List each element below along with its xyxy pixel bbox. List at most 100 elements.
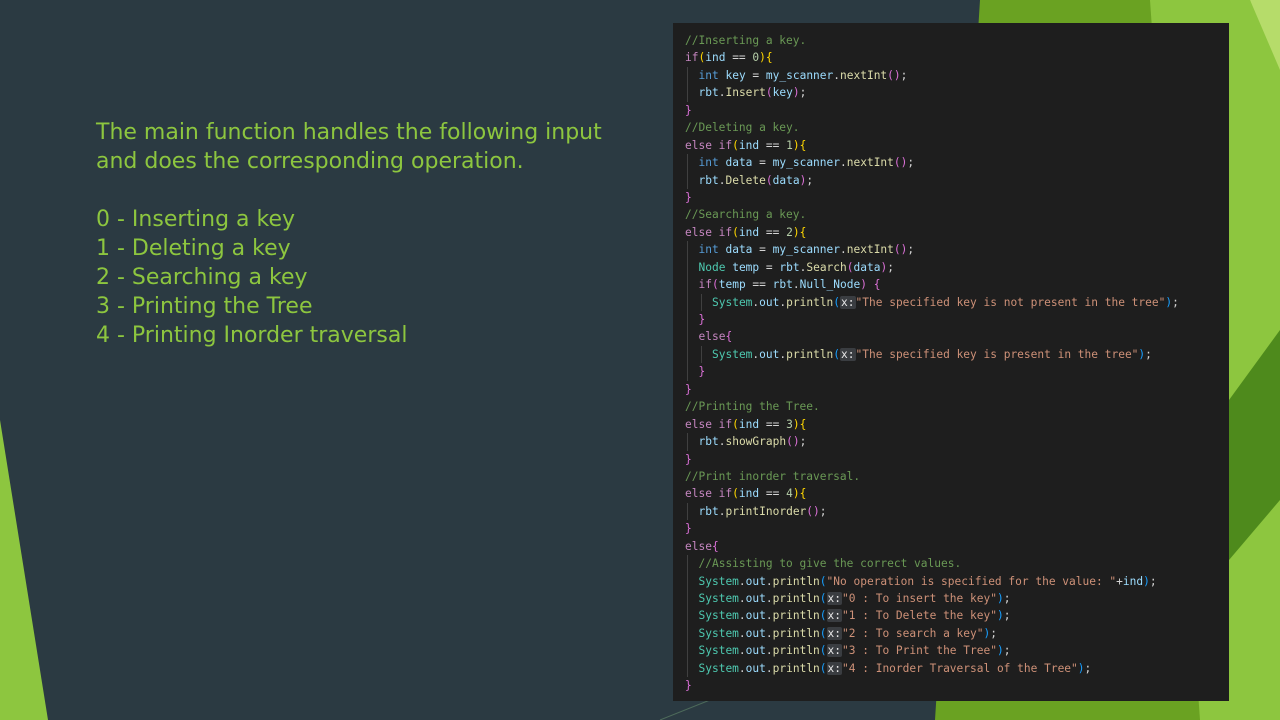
code-line-content: System.out.println(x:"1 : To Delete the … <box>698 609 1011 623</box>
code-token: } <box>685 679 692 693</box>
code-token: ( <box>846 260 854 274</box>
code-token: ( <box>786 435 793 449</box>
code-token: ( <box>732 417 739 431</box>
indent-guide <box>687 642 688 660</box>
code-line: if(temp == rbt.Null_Node) { <box>685 276 1229 294</box>
code-line-content: else if(ind == 3){ <box>685 418 806 431</box>
code-token: System <box>712 295 753 309</box>
indent-guide <box>687 84 688 102</box>
code-token: println <box>786 347 834 361</box>
code-line: else{ <box>685 538 1229 555</box>
code-token: } <box>685 522 692 536</box>
code-token: rbt <box>698 504 719 518</box>
code-token: System <box>698 644 739 658</box>
code-line-content: if(ind == 0){ <box>685 51 773 64</box>
code-line: int key = my_scanner.nextInt(); <box>685 66 1229 85</box>
code-token: temp <box>718 278 746 292</box>
code-token: else <box>698 330 726 344</box>
code-token: ; <box>1003 609 1011 623</box>
code-token: out <box>745 661 766 675</box>
code-token: if <box>685 51 699 65</box>
code-token: ( <box>819 574 827 588</box>
code-token: . <box>738 574 746 588</box>
code-token: ( <box>711 278 719 292</box>
indent-guide <box>687 590 688 608</box>
code-token: System <box>698 592 739 605</box>
code-line: rbt.showGraph(); <box>685 433 1229 451</box>
inlay-hint: x: <box>826 626 843 640</box>
code-token: ; <box>819 504 827 518</box>
code-token: ) <box>792 417 800 431</box>
code-token: . <box>765 574 773 588</box>
code-token: int <box>698 243 719 257</box>
code-token: nextInt <box>840 68 888 82</box>
code-token: key <box>772 86 793 100</box>
code-token: //Print inorder traversal. <box>685 469 861 483</box>
code-token: ) <box>996 644 1004 658</box>
code-line: else{ <box>685 328 1229 346</box>
code-token: ) <box>893 68 901 82</box>
code-token: { <box>711 539 719 553</box>
code-token: "2 : To search a key" <box>842 626 984 640</box>
code-token: data <box>853 260 881 274</box>
code-token: System <box>698 609 739 623</box>
code-token: = <box>752 156 773 170</box>
code-token: "0 : To insert the key" <box>842 592 997 605</box>
code-token: ; <box>990 626 997 640</box>
code-token: } <box>685 452 692 466</box>
code-line-content: rbt.showGraph(); <box>699 435 807 448</box>
code-token: my_scanner <box>765 68 834 82</box>
code-token: . <box>765 609 773 623</box>
code-token: ) <box>792 487 800 501</box>
indent-guide <box>687 345 688 364</box>
code-token: . <box>738 626 746 640</box>
code-token: { <box>799 138 807 152</box>
code-line-content: if(temp == rbt.Null_Node) { <box>699 278 881 291</box>
code-line: //Assisting to give the correct values. <box>685 555 1229 573</box>
code-token: //Deleting a key. <box>685 121 800 135</box>
option-item-4: 4 - Printing Inorder traversal <box>96 323 408 348</box>
code-token: == <box>759 138 787 152</box>
code-token: . <box>738 609 746 623</box>
code-token: ( <box>893 156 901 170</box>
code-token: ; <box>799 435 807 449</box>
code-line-content: Node temp = rbt.Search(data); <box>699 261 894 274</box>
code-token: System <box>698 574 739 588</box>
code-token: . <box>792 278 800 292</box>
code-token: = <box>752 243 773 257</box>
code-token: ind <box>738 487 760 501</box>
code-token: println <box>786 295 834 309</box>
code-token: . <box>840 156 847 170</box>
code-token: . <box>840 243 847 257</box>
code-token: out <box>745 592 766 605</box>
code-line-content: int data = my_scanner.nextInt(); <box>699 156 915 169</box>
indent-guide <box>687 154 688 172</box>
code-line-content: System.out.println(x:"3 : To Print the T… <box>698 644 1010 658</box>
code-line-content: } <box>685 522 692 535</box>
code-token: ) <box>996 592 1004 605</box>
indent-guide <box>687 66 688 85</box>
code-token: int <box>698 68 719 82</box>
code-line: } <box>685 102 1229 119</box>
code-line: if(ind == 0){ <box>685 49 1229 66</box>
indent-guide <box>687 502 688 521</box>
code-line: int data = my_scanner.nextInt(); <box>685 241 1229 259</box>
code-token: == <box>745 278 773 292</box>
code-line-content: //Searching a key. <box>685 208 806 221</box>
code-token: data <box>772 173 800 187</box>
code-line: System.out.println(x:"4 : Inorder Traver… <box>685 659 1229 678</box>
code-token: System <box>698 661 739 675</box>
code-token: temp <box>732 260 760 274</box>
code-line: } <box>685 363 1229 381</box>
code-line: System.out.println("No operation is spec… <box>685 572 1229 590</box>
code-line: System.out.println(x:"The specified key … <box>685 345 1229 364</box>
indent-guide <box>700 345 702 364</box>
code-token: ) <box>792 225 800 239</box>
code-token: ; <box>1149 574 1157 588</box>
code-token: rbt <box>772 278 793 292</box>
indent-guide <box>687 293 688 311</box>
code-token: my_scanner <box>772 243 840 257</box>
code-token: ind <box>1122 574 1144 588</box>
indent-guide <box>687 311 688 329</box>
code-token: ) <box>813 504 820 518</box>
